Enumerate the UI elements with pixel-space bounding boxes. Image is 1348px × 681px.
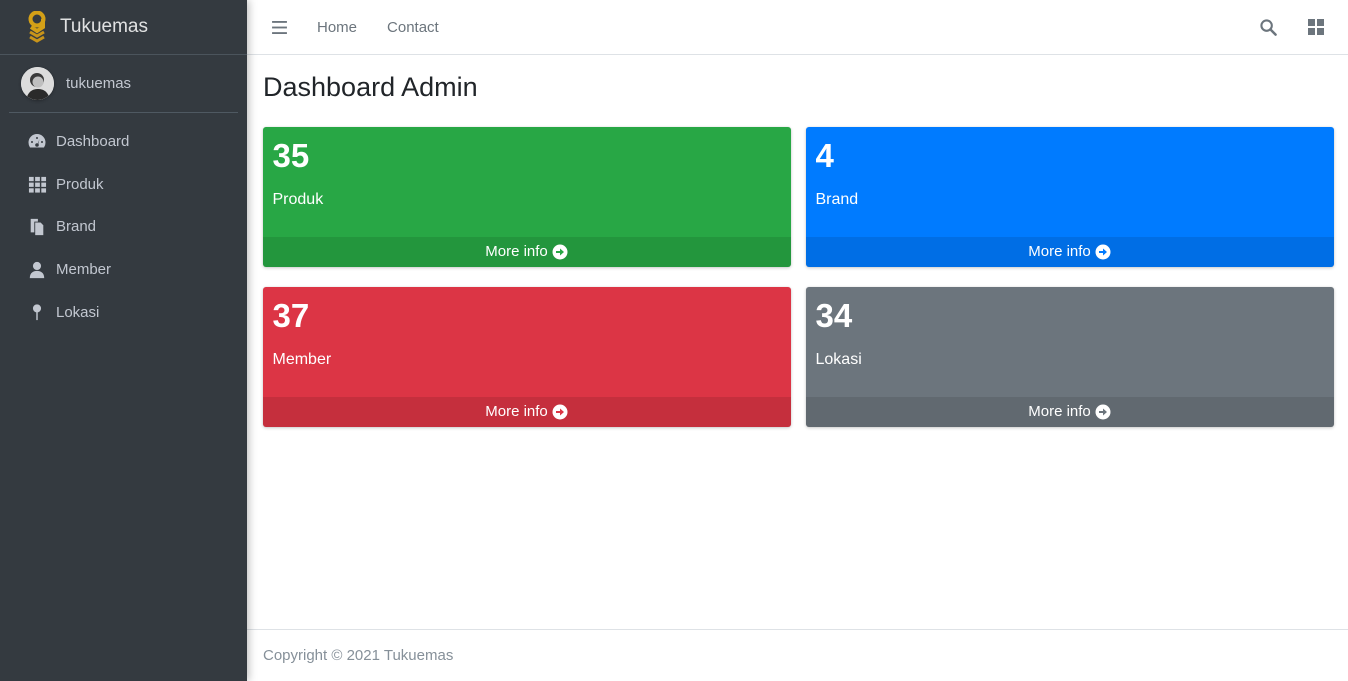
avatar[interactable] <box>21 67 54 100</box>
box-label: Brand <box>815 190 859 208</box>
more-info-link-produk[interactable]: More info <box>262 236 791 267</box>
box-count: 34 <box>815 296 853 334</box>
arrow-circle-right-icon <box>552 404 568 419</box>
small-box-member: 37 Member More info <box>262 286 791 427</box>
more-info-text: More info <box>1028 403 1091 420</box>
grid-icon <box>27 174 47 194</box>
box-label: Lokasi <box>815 350 862 368</box>
brand-logo-icon <box>28 11 46 43</box>
sidebar-item-brand[interactable]: Brand <box>0 206 247 249</box>
more-info-link-member[interactable]: More info <box>262 396 791 427</box>
sidebar-item-label: Produk <box>56 175 104 193</box>
search-icon[interactable] <box>1258 17 1278 37</box>
arrow-circle-right-icon <box>1095 244 1111 259</box>
top-navbar: Home Contact <box>247 0 1348 55</box>
main-footer: Copyright © 2021 Tukuemas <box>247 629 1348 681</box>
more-info-text: More info <box>1028 243 1091 260</box>
main-sidebar: Tukuemas tukuemas Dashboard Produk Brand… <box>0 0 247 681</box>
copy-icon <box>27 217 47 237</box>
box-count: 4 <box>815 136 834 174</box>
arrow-circle-right-icon <box>552 244 568 259</box>
sidebar-item-label: Member <box>56 261 112 279</box>
user-name-link[interactable]: tukuemas <box>66 75 131 92</box>
hamburger-menu-icon[interactable] <box>269 17 289 37</box>
arrow-circle-right-icon <box>1095 404 1111 419</box>
sidebar-item-dashboard[interactable]: Dashboard <box>0 120 247 163</box>
sidebar-item-produk[interactable]: Produk <box>0 163 247 206</box>
sidebar-item-lokasi[interactable]: Lokasi <box>0 291 247 334</box>
sidebar-item-label: Brand <box>56 218 97 236</box>
box-count: 35 <box>272 136 310 174</box>
small-box-lokasi: 34 Lokasi More info <box>805 286 1334 427</box>
small-box-brand: 4 Brand More info <box>805 126 1334 267</box>
sidebar-item-label: Dashboard <box>56 132 130 150</box>
navbar-right <box>1258 17 1348 37</box>
box-count: 37 <box>272 296 310 334</box>
sidebar-item-label: Lokasi <box>56 303 100 321</box>
brand-text: Tukuemas <box>60 16 148 37</box>
map-pin-icon <box>27 302 47 322</box>
user-panel: tukuemas <box>9 55 238 113</box>
nav-link-contact[interactable]: Contact <box>387 19 439 36</box>
more-info-link-brand[interactable]: More info <box>805 236 1334 267</box>
sidebar-nav: Dashboard Produk Brand Member Lokasi <box>0 113 247 334</box>
user-icon <box>27 260 47 280</box>
more-info-text: More info <box>485 403 548 420</box>
content-wrapper: Dashboard Admin 35 Produk More info 4 Br… <box>247 55 1348 629</box>
more-info-link-lokasi[interactable]: More info <box>805 396 1334 427</box>
box-label: Member <box>272 350 332 368</box>
page-title: Dashboard Admin <box>263 72 478 102</box>
sidebar-item-member[interactable]: Member <box>0 248 247 291</box>
box-label: Produk <box>272 190 324 208</box>
copyright-text: Copyright © 2021 Tukuemas <box>263 647 454 664</box>
th-large-icon[interactable] <box>1306 17 1326 37</box>
nav-link-home[interactable]: Home <box>317 19 357 36</box>
tachometer-icon <box>27 131 47 151</box>
brand-link[interactable]: Tukuemas <box>0 0 247 55</box>
small-box-produk: 35 Produk More info <box>262 126 791 267</box>
more-info-text: More info <box>485 243 548 260</box>
